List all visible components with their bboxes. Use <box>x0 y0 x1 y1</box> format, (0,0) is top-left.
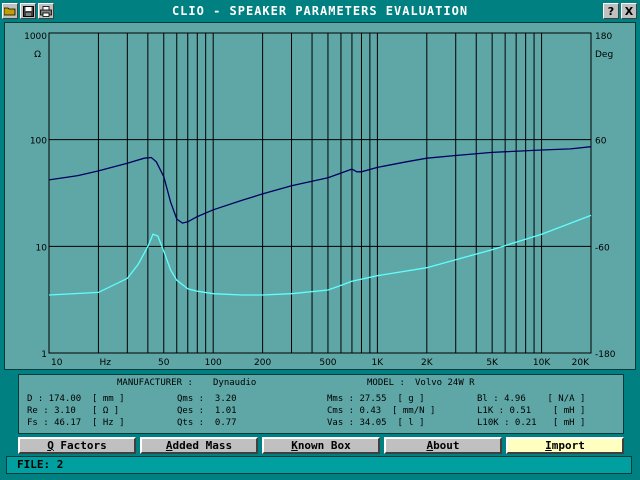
param-vas: Vas : 34.05 [ l ] <box>327 418 425 428</box>
x-tick-label: 10 <box>51 358 63 368</box>
param-qes: Qes : 1.01 <box>177 406 237 416</box>
x-tick-label: 2K <box>421 358 434 368</box>
y-right-tick-label: -180 <box>595 350 616 360</box>
button-label: Known Box <box>291 439 351 452</box>
param-d: D : 174.00 [ mm ] <box>27 394 125 404</box>
close-icon: X <box>624 4 634 18</box>
param-bl: Bl : 4.96 [ N/A ] <box>477 394 586 404</box>
y-left-tick-label: 1 <box>41 350 47 360</box>
y-right-unit-label: Deg <box>595 50 613 60</box>
help-button[interactable]: ? <box>603 3 619 19</box>
param-qms: Qms : 3.20 <box>177 394 237 404</box>
chart-panel: 10 Hz 50 100 200 500 1K 2K 5K 10K 20K 1000 100 10 1 Ω 18… <box>4 22 636 370</box>
param-fs: Fs : 46.17 [ Hz ] <box>27 418 125 428</box>
param-mms: Mms : 27.55 [ g ] <box>327 394 425 404</box>
button-label: Import <box>545 439 585 452</box>
close-button[interactable]: X <box>621 3 637 19</box>
x-tick-label: 10K <box>533 358 551 368</box>
y-right-tick-label: -60 <box>595 243 610 253</box>
x-tick-label: 200 <box>254 358 271 368</box>
y-right-tick-label: 60 <box>595 137 607 147</box>
button-bar: Q Factors Added Mass Known Box About Imp… <box>18 437 626 455</box>
y-right-tick-label: 180 <box>595 32 612 42</box>
model-label: MODEL : <box>367 378 405 388</box>
param-re: Re : 3.10 [ Ω ] <box>27 406 120 416</box>
button-label: Added Mass <box>165 439 233 452</box>
q-factors-button[interactable]: Q Factors <box>18 437 136 454</box>
x-tick-label: 50 <box>158 358 170 368</box>
x-tick-label: 20K <box>572 358 590 368</box>
known-box-button[interactable]: Known Box <box>262 437 380 454</box>
x-tick-label: 1K <box>372 358 385 368</box>
window-title: CLIO - SPEAKER PARAMETERS EVALUATION <box>171 4 469 18</box>
model-value: Volvo 24W R <box>415 378 475 388</box>
manufacturer-value: Dynaudio <box>213 378 257 388</box>
help-icon: ? <box>607 4 615 18</box>
x-tick-label: 500 <box>319 358 336 368</box>
button-label: Q Factors <box>47 439 107 452</box>
param-l1k: L1K : 0.51 [ mH ] <box>477 406 586 416</box>
plot-area <box>48 32 592 354</box>
impedance-chart[interactable]: 10 Hz 50 100 200 500 1K 2K 5K 10K 20K 1000 100 10 1 Ω 18… <box>5 23 635 369</box>
y-left-tick-label: 1000 <box>24 32 47 42</box>
param-l10k: L10K : 0.21 [ mH ] <box>477 418 586 428</box>
y-left-tick-label: 10 <box>36 243 48 253</box>
import-button[interactable]: Import <box>506 437 624 454</box>
x-tick-label: 100 <box>205 358 222 368</box>
param-cms: Cms : 0.43 [ mm/N ] <box>327 406 436 416</box>
added-mass-button[interactable]: Added Mass <box>140 437 258 454</box>
title-bar: CLIO - SPEAKER PARAMETERS EVALUATION ? X <box>0 0 640 22</box>
manufacturer-label: MANUFACTURER : <box>117 378 193 388</box>
status-bar: FILE: 2 <box>6 456 632 474</box>
x-tick-label: Hz <box>99 358 111 368</box>
button-label: About <box>426 439 460 452</box>
parameters-panel: MANUFACTURER : Dynaudio MODEL : Volvo 24… <box>18 374 624 434</box>
param-qts: Qts : 0.77 <box>177 418 237 428</box>
x-tick-label: 5K <box>486 358 499 368</box>
status-text: FILE: 2 <box>17 458 64 471</box>
y-left-unit-label: Ω <box>34 50 41 60</box>
y-left-tick-label: 100 <box>30 137 47 147</box>
about-button[interactable]: About <box>384 437 502 454</box>
